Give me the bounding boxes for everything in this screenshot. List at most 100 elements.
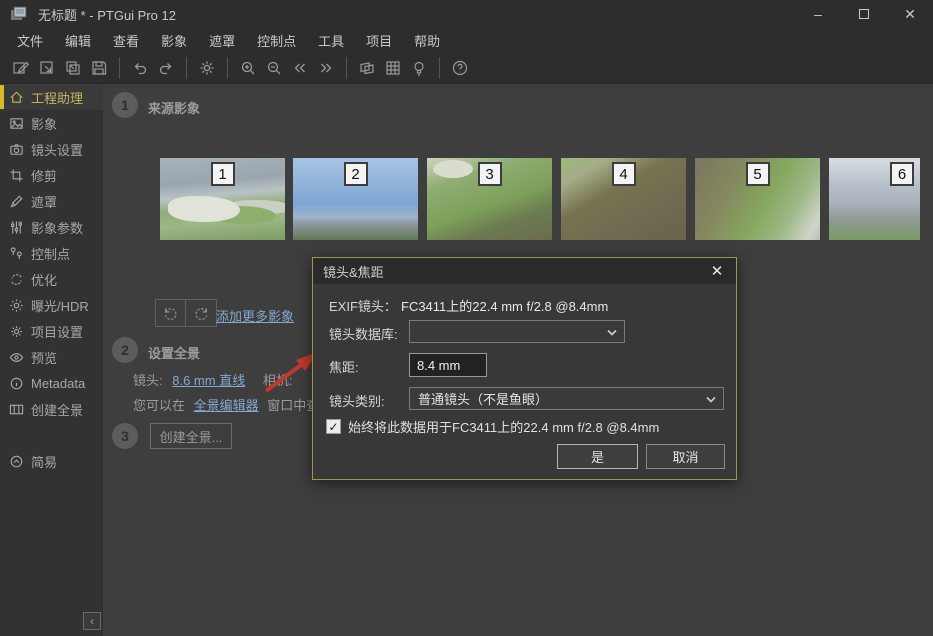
close-button[interactable]: ✕ (887, 0, 933, 28)
camera-label: 相机: (263, 373, 293, 388)
maximize-button[interactable] (841, 0, 887, 28)
gear-icon (9, 324, 24, 339)
zoom-out-icon[interactable] (261, 55, 287, 81)
lens-link[interactable]: 8.6 mm 直线 (172, 373, 245, 388)
menu-tools[interactable]: 工具 (307, 28, 355, 53)
add-more-images-link[interactable]: 添加更多影象 (216, 306, 294, 325)
camera-icon (9, 142, 24, 157)
panorama-editor-link[interactable]: 全景编辑器 (194, 398, 259, 413)
rotate-left-icon (162, 305, 179, 322)
image-number-badge: 3 (478, 162, 502, 186)
cancel-button[interactable]: 取消 (646, 444, 725, 469)
source-image-thumbnail-1[interactable]: 1 (160, 158, 285, 240)
sidebar-item-optimize[interactable]: 优化 (0, 266, 103, 292)
lens-database-dropdown[interactable] (409, 320, 625, 343)
sidebar-item-metadata[interactable]: Metadata (0, 370, 103, 396)
always-use-data-checkbox[interactable]: ✓ (326, 419, 341, 434)
edit-project-icon[interactable] (8, 55, 34, 81)
source-image-thumbnail-5[interactable]: 5 (695, 158, 820, 240)
source-image-thumbnail-2[interactable]: 2 (293, 158, 418, 240)
toolbar-separator (346, 57, 347, 79)
sidebar-item-image-parameters[interactable]: 影象参数 (0, 214, 103, 240)
focal-length-label: 焦距: (329, 357, 359, 376)
image-number-badge: 5 (746, 162, 770, 186)
menu-bar: 文件 编辑 查看 影象 遮罩 控制点 工具 项目 帮助 (0, 28, 933, 52)
menu-mask[interactable]: 遮罩 (198, 28, 246, 53)
rotate-right-button[interactable] (186, 299, 217, 327)
undo-icon[interactable] (127, 55, 153, 81)
brush-icon (9, 194, 24, 209)
sidebar-item-project-settings[interactable]: 项目设置 (0, 318, 103, 344)
title-bar: 无标题 * - PTGui Pro 12 – ✕ (0, 0, 933, 28)
lightbulb-icon[interactable] (406, 55, 432, 81)
lens-focal-dialog: 镜头&焦距 ✕ EXIF镜头： FC3411上的22.4 mm f/2.8 @8… (312, 257, 737, 480)
save-icon[interactable] (86, 55, 112, 81)
next-image-icon[interactable] (313, 55, 339, 81)
eye-icon (9, 350, 24, 365)
image-number-badge: 6 (890, 162, 914, 186)
refresh-icon (9, 272, 24, 287)
sidebar-item-mask[interactable]: 遮罩 (0, 188, 103, 214)
step2-circle: 2 (112, 337, 138, 363)
sidebar-item-control-points[interactable]: 控制点 (0, 240, 103, 266)
open-project-icon[interactable] (34, 55, 60, 81)
focal-length-input[interactable] (409, 353, 487, 377)
source-image-thumbnail-3[interactable]: 3 (427, 158, 552, 240)
sidebar-item-crop[interactable]: 修剪 (0, 162, 103, 188)
help-icon[interactable] (447, 55, 473, 81)
sidebar-collapse-button[interactable]: ‹ (83, 612, 101, 630)
sidebar-gap (0, 422, 103, 448)
menu-help[interactable]: 帮助 (403, 28, 451, 53)
sidebar-item-create-panorama[interactable]: 创建全景 (0, 396, 103, 422)
menu-project[interactable]: 项目 (355, 28, 403, 53)
settings-gear-icon[interactable] (194, 55, 220, 81)
create-panorama-button[interactable]: 创建全景... (150, 423, 232, 449)
sidebar-item-exposure-hdr[interactable]: 曝光/HDR (0, 292, 103, 318)
sidebar-item-simple-mode[interactable]: 简易 (0, 448, 103, 474)
lens-database-label: 镜头数据库: (329, 324, 398, 343)
info-icon (9, 376, 24, 391)
step2-title: 设置全景 (148, 343, 200, 362)
minimize-button[interactable]: – (795, 0, 841, 28)
lens-type-value: 普通镜头（不是鱼眼） (418, 389, 548, 408)
copy-project-icon[interactable] (60, 55, 86, 81)
source-image-thumbnail-6[interactable]: 6 (829, 158, 920, 240)
lens-label: 镜头: (133, 373, 163, 388)
previous-image-icon[interactable] (287, 55, 313, 81)
sidebar-item-lens-settings[interactable]: 镜头设置 (0, 136, 103, 162)
detail-viewer-icon[interactable] (380, 55, 406, 81)
sidebar-item-images[interactable]: 影象 (0, 110, 103, 136)
panorama-editor-icon[interactable] (354, 55, 380, 81)
toolbar-separator (119, 57, 120, 79)
sidebar: 工程助理 影象 镜头设置 修剪 遮罩 影象参数 控制点 优化 (0, 84, 103, 636)
dialog-close-button[interactable]: ✕ (706, 261, 728, 281)
always-use-data-label: 始终将此数据用于FC3411上的22.4 mm f/2.8 @8.4mm (348, 417, 659, 436)
step1-circle: 1 (112, 92, 138, 118)
menu-control-points[interactable]: 控制点 (246, 28, 307, 53)
image-number-badge: 4 (612, 162, 636, 186)
window-controls: – ✕ (795, 0, 933, 28)
yes-button[interactable]: 是 (557, 444, 638, 469)
redo-icon[interactable] (153, 55, 179, 81)
toolbar-separator (227, 57, 228, 79)
menu-file[interactable]: 文件 (6, 28, 54, 53)
menu-images[interactable]: 影象 (150, 28, 198, 53)
sun-icon (9, 298, 24, 313)
lens-type-dropdown[interactable]: 普通镜头（不是鱼眼） (409, 387, 724, 410)
crop-icon (9, 168, 24, 183)
menu-edit[interactable]: 编辑 (54, 28, 102, 53)
editor-hint-line: 您可以在 全景编辑器 窗口中查看 (133, 395, 332, 414)
zoom-in-icon[interactable] (235, 55, 261, 81)
chevron-down-icon (706, 396, 716, 403)
dialog-title-bar[interactable]: 镜头&焦距 ✕ (313, 258, 736, 284)
image-icon (9, 116, 24, 131)
menu-view[interactable]: 查看 (102, 28, 150, 53)
source-image-thumbnail-4[interactable]: 4 (561, 158, 686, 240)
sidebar-item-preview[interactable]: 预览 (0, 344, 103, 370)
lens-summary-line: 镜头: 8.6 mm 直线 相机: (133, 370, 292, 389)
image-number-badge: 1 (211, 162, 235, 186)
editor-hint-prefix: 您可以在 (133, 398, 185, 413)
sidebar-item-project-assistant[interactable]: 工程助理 (0, 84, 103, 110)
rotate-left-button[interactable] (155, 299, 186, 327)
toolbar (0, 52, 933, 84)
